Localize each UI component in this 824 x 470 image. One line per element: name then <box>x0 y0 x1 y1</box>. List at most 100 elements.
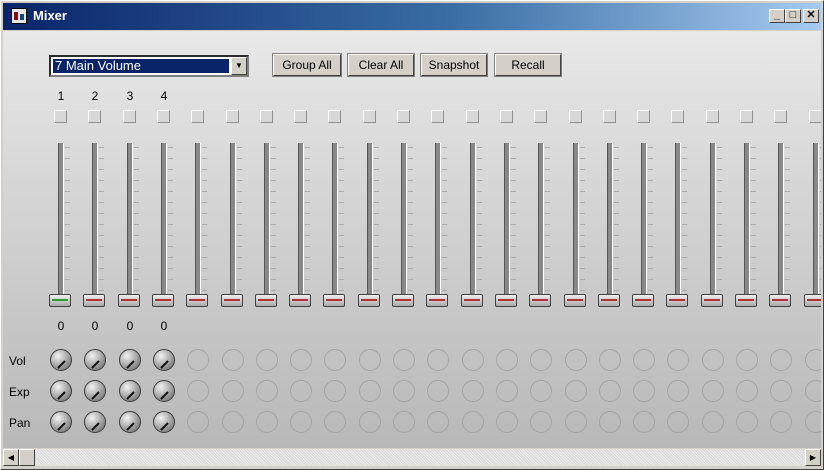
fader-handle[interactable] <box>666 294 688 307</box>
channel-group-checkbox[interactable] <box>500 110 513 123</box>
fader-handle[interactable] <box>529 294 551 307</box>
fader-stripe <box>292 299 308 301</box>
close-button[interactable]: ✕ <box>803 9 819 23</box>
scroll-right-button[interactable]: ▶ <box>805 449 821 466</box>
channel-group-checkbox[interactable] <box>157 110 170 123</box>
fader-handle[interactable] <box>358 294 380 307</box>
fader-handle[interactable] <box>255 294 277 307</box>
fader-handle[interactable] <box>392 294 414 307</box>
fader-track[interactable] <box>641 143 647 303</box>
controller-dropdown[interactable]: 7 Main Volume ▼ <box>49 55 249 77</box>
channel-group-checkbox[interactable] <box>260 110 273 123</box>
channel-group-checkbox[interactable] <box>294 110 307 123</box>
scroll-thumb[interactable] <box>19 449 35 466</box>
exp-knob[interactable] <box>119 380 141 402</box>
pan-knob[interactable] <box>84 411 106 433</box>
fader-track[interactable] <box>778 143 784 303</box>
channel-group-checkbox[interactable] <box>774 110 787 123</box>
channel-group-checkbox[interactable] <box>226 110 239 123</box>
scroll-left-button[interactable]: ◀ <box>3 449 19 466</box>
fader-track[interactable] <box>710 143 716 303</box>
fader-handle[interactable] <box>152 294 174 307</box>
fader-handle[interactable] <box>461 294 483 307</box>
fader-track[interactable] <box>92 143 98 303</box>
channel-group-checkbox[interactable] <box>706 110 719 123</box>
fader-tick <box>614 235 619 236</box>
fader-track[interactable] <box>195 143 201 303</box>
fader-handle[interactable] <box>735 294 757 307</box>
channel-group-checkbox[interactable] <box>740 110 753 123</box>
fader-tick <box>99 147 104 148</box>
vol-knob[interactable] <box>84 349 106 371</box>
fader-track[interactable] <box>401 143 407 303</box>
fader-track[interactable] <box>367 143 373 303</box>
channel-group-checkbox[interactable] <box>466 110 479 123</box>
pan-knob[interactable] <box>50 411 72 433</box>
fader-track[interactable] <box>298 143 304 303</box>
exp-knob[interactable] <box>153 380 175 402</box>
channel-group-checkbox[interactable] <box>431 110 444 123</box>
fader-track[interactable] <box>332 143 338 303</box>
fader-handle[interactable] <box>632 294 654 307</box>
channel-group-checkbox[interactable] <box>328 110 341 123</box>
vol-knob[interactable] <box>50 349 72 371</box>
fader-track[interactable] <box>264 143 270 303</box>
fader-handle[interactable] <box>83 294 105 307</box>
title-bar[interactable]: Mixer _ □ ✕ <box>3 3 821 30</box>
channel-group-checkbox[interactable] <box>54 110 67 123</box>
fader-handle[interactable] <box>426 294 448 307</box>
channel-group-checkbox[interactable] <box>637 110 650 123</box>
fader-handle[interactable] <box>804 294 821 307</box>
channel-group-checkbox[interactable] <box>191 110 204 123</box>
maximize-button[interactable]: □ <box>785 9 801 23</box>
fader-handle[interactable] <box>598 294 620 307</box>
fader-track[interactable] <box>435 143 441 303</box>
fader-track[interactable] <box>58 143 64 303</box>
fader-handle[interactable] <box>289 294 311 307</box>
fader-handle[interactable] <box>186 294 208 307</box>
fader-handle[interactable] <box>221 294 243 307</box>
fader-handle[interactable] <box>701 294 723 307</box>
vol-knob[interactable] <box>119 349 141 371</box>
fader-track[interactable] <box>675 143 681 303</box>
fader-track[interactable] <box>504 143 510 303</box>
snapshot-button[interactable]: Snapshot <box>420 53 488 77</box>
pan-knob[interactable] <box>119 411 141 433</box>
chevron-down-icon[interactable]: ▼ <box>231 57 247 75</box>
group-all-button[interactable]: Group All <box>272 53 342 77</box>
recall-button[interactable]: Recall <box>494 53 562 77</box>
fader-handle[interactable] <box>564 294 586 307</box>
channel-group-checkbox[interactable] <box>603 110 616 123</box>
exp-knob[interactable] <box>84 380 106 402</box>
exp-knob[interactable] <box>50 380 72 402</box>
fader-track[interactable] <box>744 143 750 303</box>
minimize-button[interactable]: _ <box>769 9 785 23</box>
fader-track[interactable] <box>813 143 819 303</box>
horizontal-scrollbar[interactable]: ◀ ▶ <box>3 449 821 466</box>
fader-handle[interactable] <box>118 294 140 307</box>
channel-group-checkbox[interactable] <box>363 110 376 123</box>
channel-group-checkbox[interactable] <box>88 110 101 123</box>
clear-all-button[interactable]: Clear All <box>347 53 415 77</box>
fader-track[interactable] <box>607 143 613 303</box>
pan-knob[interactable] <box>153 411 175 433</box>
fader-track[interactable] <box>230 143 236 303</box>
exp-knob <box>427 380 449 402</box>
channel-group-checkbox[interactable] <box>534 110 547 123</box>
fader-track[interactable] <box>538 143 544 303</box>
fader-handle[interactable] <box>769 294 791 307</box>
fader-track[interactable] <box>470 143 476 303</box>
channel-group-checkbox[interactable] <box>809 110 821 123</box>
fader-handle[interactable] <box>495 294 517 307</box>
channel-number: 4 <box>160 89 168 103</box>
fader-handle[interactable] <box>323 294 345 307</box>
fader-handle[interactable] <box>49 294 71 307</box>
vol-knob[interactable] <box>153 349 175 371</box>
fader-track[interactable] <box>573 143 579 303</box>
fader-track[interactable] <box>127 143 133 303</box>
channel-group-checkbox[interactable] <box>569 110 582 123</box>
channel-group-checkbox[interactable] <box>671 110 684 123</box>
channel-group-checkbox[interactable] <box>397 110 410 123</box>
channel-group-checkbox[interactable] <box>123 110 136 123</box>
fader-track[interactable] <box>161 143 167 303</box>
